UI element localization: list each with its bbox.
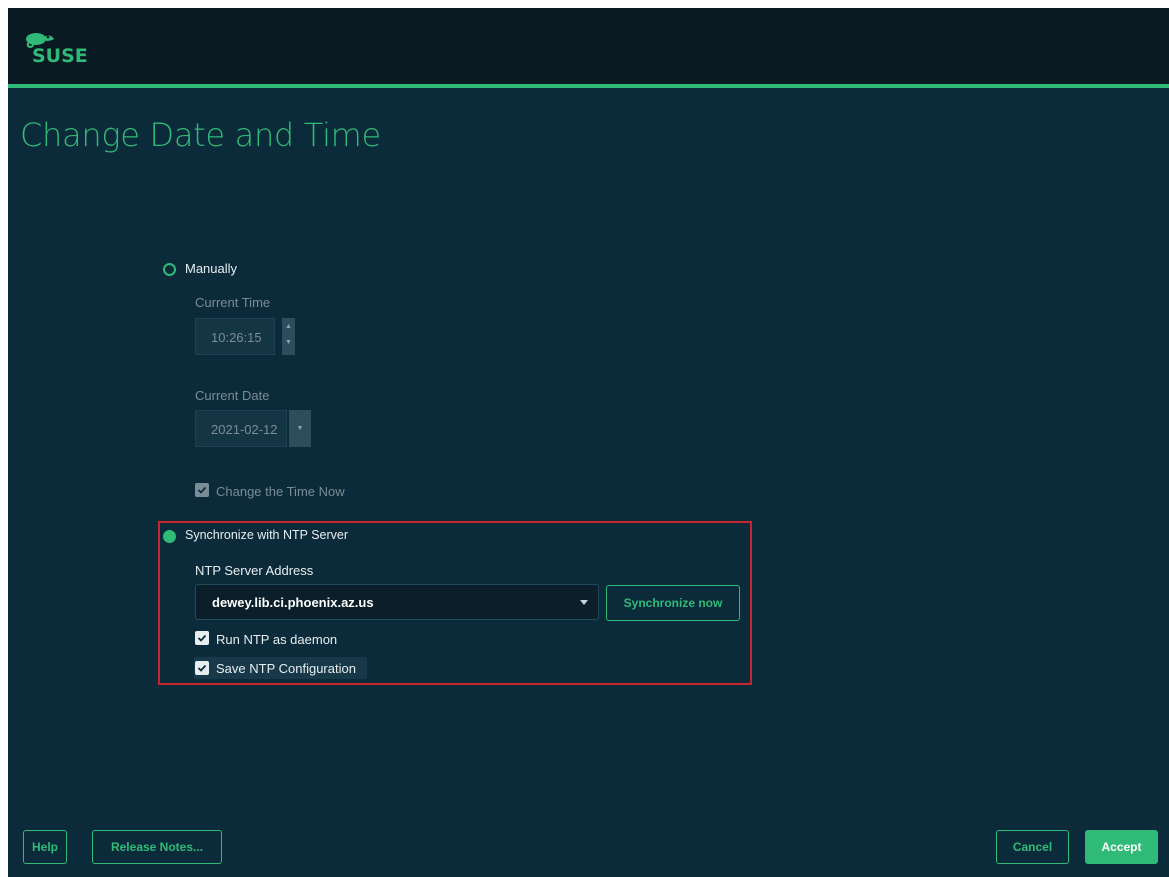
manually-label[interactable]: Manually <box>185 261 237 276</box>
page-title: Change Date and Time <box>20 116 381 154</box>
spin-up-icon[interactable]: ▲ <box>282 323 295 330</box>
current-time-field[interactable]: 10:26:15 <box>195 318 275 355</box>
run-ntp-daemon-label[interactable]: Run NTP as daemon <box>216 632 337 647</box>
save-ntp-config-checkbox[interactable] <box>195 661 209 675</box>
checkmark-icon <box>197 634 207 642</box>
ntp-server-address-label: NTP Server Address <box>195 563 314 578</box>
current-date-label: Current Date <box>195 388 270 403</box>
current-date-field[interactable]: 2021-02-12 <box>195 410 287 447</box>
change-time-now-checkbox[interactable] <box>195 483 209 497</box>
help-button[interactable]: Help <box>23 830 67 864</box>
manually-radio[interactable] <box>163 263 176 276</box>
current-time-label: Current Time <box>195 295 271 310</box>
time-spinner[interactable]: ▲ ▼ <box>282 318 295 355</box>
spin-down-icon[interactable]: ▼ <box>282 339 295 346</box>
header-bar: SUSE <box>8 8 1169 84</box>
checkmark-icon <box>197 486 207 494</box>
ntp-server-value: dewey.lib.ci.phoenix.az.us <box>212 595 374 610</box>
yast-window: SUSE Change Date and Time Manually Curre… <box>8 8 1169 877</box>
suse-logo: SUSE <box>24 30 104 69</box>
checkmark-icon <box>197 664 207 672</box>
run-ntp-daemon-checkbox[interactable] <box>195 631 209 645</box>
change-time-now-label: Change the Time Now <box>216 484 345 499</box>
ntp-server-combo[interactable]: dewey.lib.ci.phoenix.az.us <box>195 584 599 620</box>
cancel-button[interactable]: Cancel <box>996 830 1069 864</box>
dropdown-arrow-icon: ▼ <box>296 425 304 432</box>
accept-button[interactable]: Accept <box>1085 830 1158 864</box>
dropdown-arrow-icon[interactable] <box>580 600 588 605</box>
synchronize-now-button[interactable]: Synchronize now <box>606 585 740 621</box>
current-time-value: 10:26:15 <box>211 330 262 345</box>
save-ntp-config-label[interactable]: Save NTP Configuration <box>216 661 356 676</box>
header-accent-line <box>8 84 1169 88</box>
ntp-radio-label[interactable]: Synchronize with NTP Server <box>185 528 348 542</box>
date-picker-button[interactable]: ▼ <box>289 410 311 447</box>
current-date-value: 2021-02-12 <box>211 422 278 437</box>
release-notes-button[interactable]: Release Notes... <box>92 830 222 864</box>
logo-wordmark: SUSE <box>32 45 88 64</box>
ntp-radio[interactable] <box>163 530 176 543</box>
